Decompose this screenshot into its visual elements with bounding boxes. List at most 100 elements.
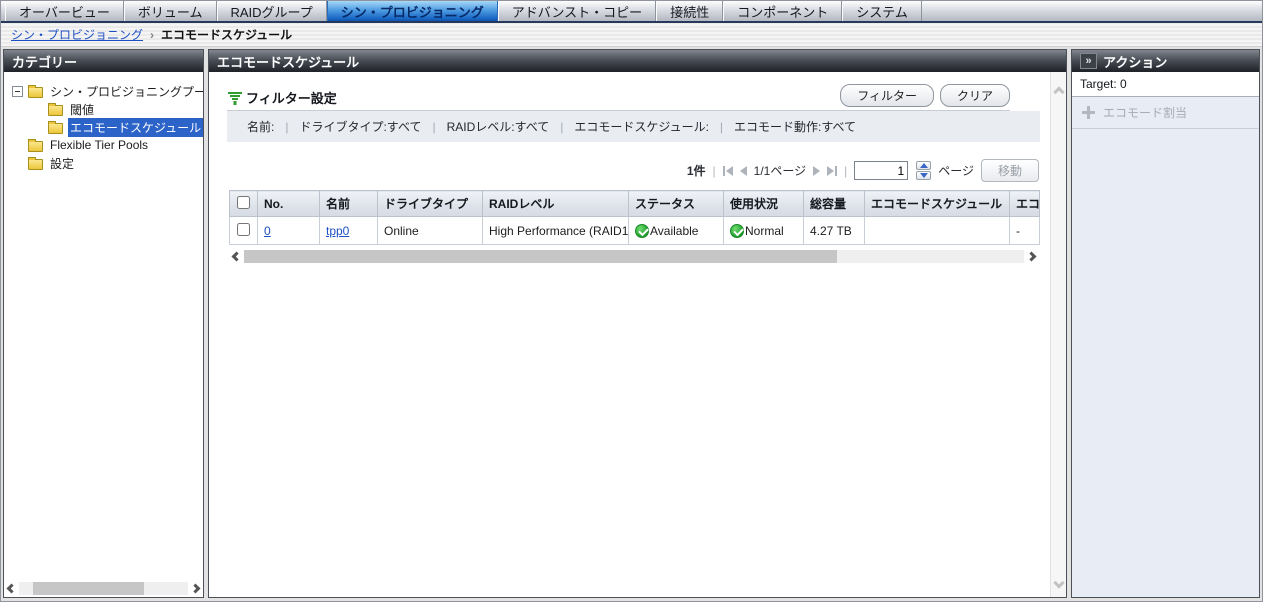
row-name-link[interactable]: tpp0 xyxy=(326,224,349,238)
tree-item-settings[interactable]: 設定 xyxy=(4,154,203,172)
table-horizontal-scrollbar[interactable] xyxy=(229,247,1039,265)
pagination-bar: 1件 | 1/1ページ | ページ 移 xyxy=(229,159,1039,182)
usage-ok-icon xyxy=(730,224,744,238)
tree-item-eco-mode-schedule[interactable]: エコモードスケジュール xyxy=(4,118,203,136)
scroll-up-icon[interactable] xyxy=(1053,86,1064,97)
col-drive-type[interactable]: ドライブタイプ xyxy=(378,191,483,217)
tree-item-flexible-tier-pools[interactable]: Flexible Tier Pools xyxy=(4,136,203,154)
filter-summary-raid-level: RAIDレベル:すべて xyxy=(447,118,550,135)
plus-icon xyxy=(1082,106,1095,119)
scrollbar-thumb[interactable] xyxy=(244,250,837,263)
folder-icon xyxy=(48,105,63,116)
col-capacity[interactable]: 総容量 xyxy=(804,191,865,217)
app-window: オーバービュー ボリューム RAIDグループ シン・プロビジョニング アドバンス… xyxy=(0,0,1263,602)
category-panel-header: カテゴリー xyxy=(4,50,203,72)
col-raid-level[interactable]: RAIDレベル xyxy=(483,191,629,217)
scroll-right-icon[interactable] xyxy=(1027,251,1037,261)
cell-status: Available xyxy=(629,217,724,245)
tab-volume[interactable]: ボリューム xyxy=(124,1,217,21)
scroll-down-icon[interactable] xyxy=(1053,577,1064,588)
clear-button[interactable]: クリア xyxy=(940,84,1010,107)
collapse-panel-button[interactable]: » xyxy=(1080,53,1097,69)
folder-icon xyxy=(28,87,43,98)
action-panel-header: » アクション xyxy=(1072,50,1259,72)
sidebar-horizontal-scrollbar[interactable] xyxy=(4,579,203,597)
main-panel: エコモードスケジュール フィルター設定 フィルター クリア xyxy=(208,49,1067,598)
page-suffix-label: ページ xyxy=(938,162,974,179)
page-indicator: 1/1ページ xyxy=(754,162,806,179)
col-no[interactable]: No. xyxy=(258,191,320,217)
category-panel: カテゴリー シン・プロビジョニングプー 閾値 エコモードスケジュール xyxy=(3,49,204,598)
table-row: 0 tpp0 Online High Performance (RAID1+0)… xyxy=(230,217,1040,245)
action-eco-mode-assign-label: エコモード割当 xyxy=(1103,104,1187,121)
target-count: Target: 0 xyxy=(1072,72,1259,97)
scroll-left-icon[interactable] xyxy=(7,583,17,593)
spinner-down-icon[interactable] xyxy=(916,171,931,180)
action-panel: » アクション Target: 0 エコモード割当 xyxy=(1071,49,1260,598)
breadcrumb-separator-icon: › xyxy=(150,28,154,42)
cell-usage: Normal xyxy=(724,217,804,245)
main-panel-title: エコモードスケジュール xyxy=(217,52,359,71)
filter-section-title: フィルター設定 xyxy=(246,88,337,107)
prev-page-button[interactable] xyxy=(740,166,747,176)
cell-capacity: 4.27 TB xyxy=(804,217,865,245)
folder-icon xyxy=(28,159,43,170)
tab-thin-provisioning[interactable]: シン・プロビジョニング xyxy=(327,1,498,21)
spinner-up-icon[interactable] xyxy=(916,161,931,170)
tab-component[interactable]: コンポーネント xyxy=(723,1,842,21)
scroll-right-icon[interactable] xyxy=(191,583,201,593)
breadcrumb-parent-link[interactable]: シン・プロビジョニング xyxy=(11,26,143,43)
cell-drive-type: Online xyxy=(378,217,483,245)
record-count: 1件 xyxy=(687,162,706,179)
scrollbar-thumb[interactable] xyxy=(33,582,145,595)
row-checkbox[interactable] xyxy=(237,223,250,236)
filter-button[interactable]: フィルター xyxy=(840,84,934,107)
cell-eco-schedule xyxy=(865,217,1010,245)
tab-advanced-copy[interactable]: アドバンスト・コピー xyxy=(498,1,656,21)
col-eco-action[interactable]: エコモ xyxy=(1010,191,1040,217)
collapse-expander-icon[interactable] xyxy=(12,86,23,97)
page-number-input[interactable] xyxy=(854,161,908,180)
col-eco-schedule[interactable]: エコモードスケジュール xyxy=(865,191,1010,217)
folder-icon xyxy=(48,123,63,134)
page-spinner[interactable] xyxy=(916,161,931,180)
breadcrumb: シン・プロビジョニング › エコモードスケジュール xyxy=(1,23,1262,47)
tab-system[interactable]: システム xyxy=(842,1,922,21)
action-panel-title: アクション xyxy=(1103,52,1167,71)
main-vertical-scrollbar[interactable] xyxy=(1050,72,1066,597)
filter-icon xyxy=(227,91,242,105)
filter-summary-eco-action: エコモード動作:すべて xyxy=(734,118,856,135)
col-name[interactable]: 名前 xyxy=(320,191,378,217)
cell-raid-level: High Performance (RAID1+0) xyxy=(483,217,629,245)
filter-summary-drive-type: ドライブタイプ:すべて xyxy=(299,118,421,135)
filter-summary-bar: 名前: | ドライブタイプ:すべて | RAIDレベル:すべて | エコモードス… xyxy=(227,111,1040,142)
last-page-button[interactable] xyxy=(827,166,837,176)
main-panel-header: エコモードスケジュール xyxy=(209,50,1066,72)
select-all-checkbox[interactable] xyxy=(237,196,250,209)
main-tab-bar: オーバービュー ボリューム RAIDグループ シン・プロビジョニング アドバンス… xyxy=(1,1,1262,23)
row-no-link[interactable]: 0 xyxy=(264,224,271,238)
status-ok-icon xyxy=(635,224,649,238)
action-eco-mode-assign[interactable]: エコモード割当 xyxy=(1072,97,1259,129)
first-page-button[interactable] xyxy=(723,166,733,176)
pool-table: No. 名前 ドライブタイプ RAIDレベル ステータス 使用状況 総容量 エコ… xyxy=(229,190,1040,245)
category-panel-title: カテゴリー xyxy=(12,52,77,71)
breadcrumb-current: エコモードスケジュール xyxy=(161,26,292,43)
table-header-row: No. 名前 ドライブタイプ RAIDレベル ステータス 使用状況 総容量 エコ… xyxy=(230,191,1040,217)
category-tree: シン・プロビジョニングプー 閾値 エコモードスケジュール Flexible Ti… xyxy=(4,72,203,579)
go-button[interactable]: 移動 xyxy=(981,159,1039,182)
tab-overview[interactable]: オーバービュー xyxy=(5,1,124,21)
tree-item-thin-provisioning-pool[interactable]: シン・プロビジョニングプー xyxy=(4,82,203,100)
content-area: カテゴリー シン・プロビジョニングプー 閾値 エコモードスケジュール xyxy=(1,47,1262,601)
tab-raid-group[interactable]: RAIDグループ xyxy=(217,1,327,21)
next-page-button[interactable] xyxy=(813,166,820,176)
tab-connectivity[interactable]: 接続性 xyxy=(656,1,723,21)
filter-summary-name: 名前: xyxy=(247,118,274,135)
filter-section-header: フィルター設定 フィルター クリア xyxy=(227,84,1010,111)
col-usage[interactable]: 使用状況 xyxy=(724,191,804,217)
col-status[interactable]: ステータス xyxy=(629,191,724,217)
tree-item-threshold[interactable]: 閾値 xyxy=(4,100,203,118)
folder-icon xyxy=(28,141,43,152)
cell-eco-action: - xyxy=(1010,217,1040,245)
scroll-left-icon[interactable] xyxy=(232,251,242,261)
